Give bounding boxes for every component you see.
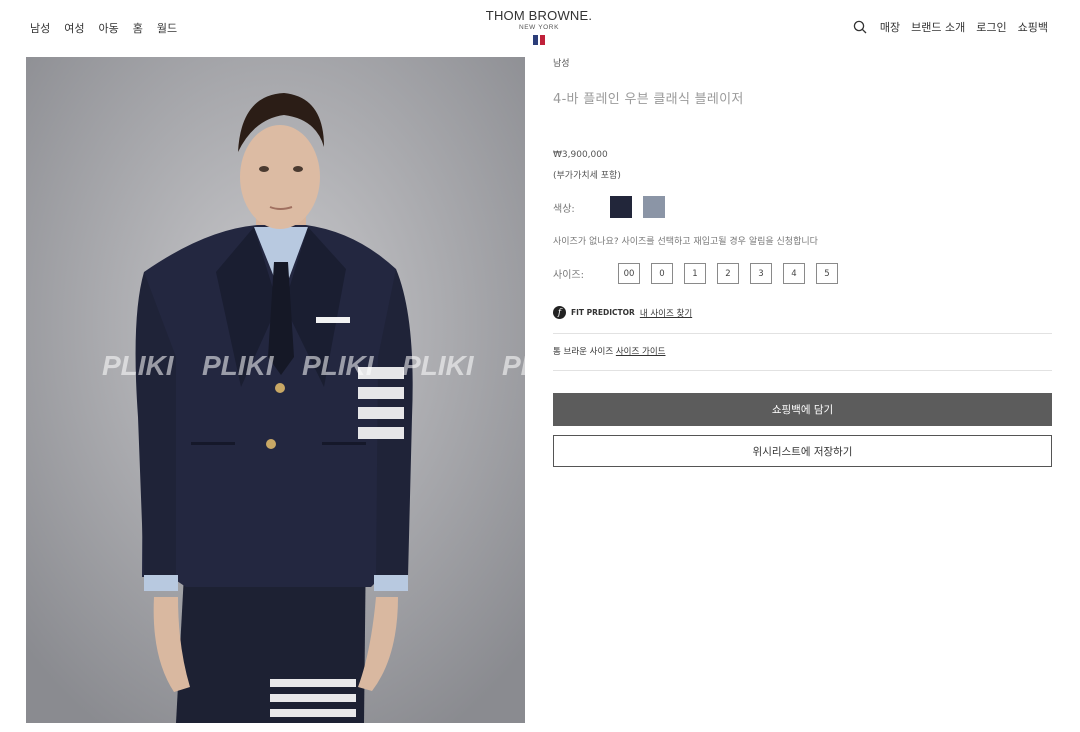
breadcrumb[interactable]: 남성 <box>553 56 570 69</box>
nav-stores[interactable]: 매장 <box>880 19 900 35</box>
size-selector: 사이즈: 00 0 1 2 3 4 5 <box>553 263 849 284</box>
color-swatch-navy[interactable] <box>610 196 632 218</box>
add-to-bag-button[interactable]: 쇼핑백에 담기 <box>553 393 1052 426</box>
watermark-text: PLIKI <box>202 350 275 381</box>
site-header: 남성 여성 아동 홈 월드 THOM BROWNE. NEW YORK 매장 브… <box>0 0 1080 56</box>
nav-kids[interactable]: 아동 <box>99 20 119 36</box>
size-option-00[interactable]: 00 <box>618 263 640 284</box>
size-label: 사이즈: <box>553 270 584 281</box>
nav-world[interactable]: 월드 <box>157 20 177 36</box>
size-option-2[interactable]: 2 <box>717 263 739 284</box>
nav-shopping-bag[interactable]: 쇼핑백 <box>1018 19 1048 35</box>
utility-nav: 매장 브랜드 소개 로그인 쇼핑백 <box>853 19 1048 35</box>
color-selector: 색상: <box>553 196 676 218</box>
logo-subtitle: NEW YORK <box>518 24 560 31</box>
nav-men[interactable]: 남성 <box>30 20 50 36</box>
search-icon[interactable] <box>853 20 867 34</box>
watermark-text: PLIKI <box>402 350 475 381</box>
product-photo: PLIKI PLIKI PLIKI PLIKI PLIKI <box>26 57 525 723</box>
watermark-text: PLIKI <box>502 350 525 381</box>
product-price: ₩3,900,000 <box>553 150 608 160</box>
size-option-3[interactable]: 3 <box>750 263 772 284</box>
flag-icon <box>480 35 598 45</box>
watermark-text: PLIKI <box>302 350 375 381</box>
fit-predictor-icon: f <box>553 306 566 319</box>
nav-women[interactable]: 여성 <box>64 20 84 36</box>
fit-predictor-brand: FIT PREDICTOR <box>571 308 635 317</box>
color-label: 색상: <box>553 203 575 215</box>
size-option-1[interactable]: 1 <box>684 263 706 284</box>
nav-about-brand[interactable]: 브랜드 소개 <box>911 19 965 35</box>
nav-home[interactable]: 홈 <box>133 20 143 36</box>
divider <box>553 333 1052 334</box>
fit-predictor: f FIT PREDICTOR 내 사이즈 찾기 <box>553 306 692 319</box>
nav-login[interactable]: 로그인 <box>976 19 1006 35</box>
size-guide-link[interactable]: 사이즈 가이드 <box>616 347 666 357</box>
size-option-4[interactable]: 4 <box>783 263 805 284</box>
size-option-5[interactable]: 5 <box>816 263 838 284</box>
size-option-0[interactable]: 0 <box>651 263 673 284</box>
size-guide-text: 톰 브라운 사이즈 <box>553 347 614 357</box>
watermark-text: PLIKI <box>102 350 175 381</box>
divider <box>553 370 1052 371</box>
size-restock-note: 사이즈가 없나요? 사이즈를 선택하고 재입고될 경우 알림을 신청합니다 <box>553 237 818 247</box>
product-image[interactable]: PLIKI PLIKI PLIKI PLIKI PLIKI <box>26 57 525 723</box>
color-swatch-grey[interactable] <box>643 196 665 218</box>
main-nav: 남성 여성 아동 홈 월드 <box>30 20 177 36</box>
watermark: PLIKI PLIKI PLIKI PLIKI PLIKI <box>102 350 525 381</box>
find-my-size-link[interactable]: 내 사이즈 찾기 <box>640 307 692 319</box>
add-to-wishlist-button[interactable]: 위시리스트에 저장하기 <box>553 435 1052 467</box>
product-title: 4-바 플레인 우븐 클래식 블레이저 <box>553 92 744 107</box>
vat-note: (부가가치세 포함) <box>553 171 621 181</box>
logo-wordmark: THOM BROWNE. <box>485 8 593 23</box>
size-guide-row: 톰 브라운 사이즈 사이즈 가이드 <box>553 345 665 357</box>
brand-logo[interactable]: THOM BROWNE. NEW YORK <box>480 8 598 45</box>
